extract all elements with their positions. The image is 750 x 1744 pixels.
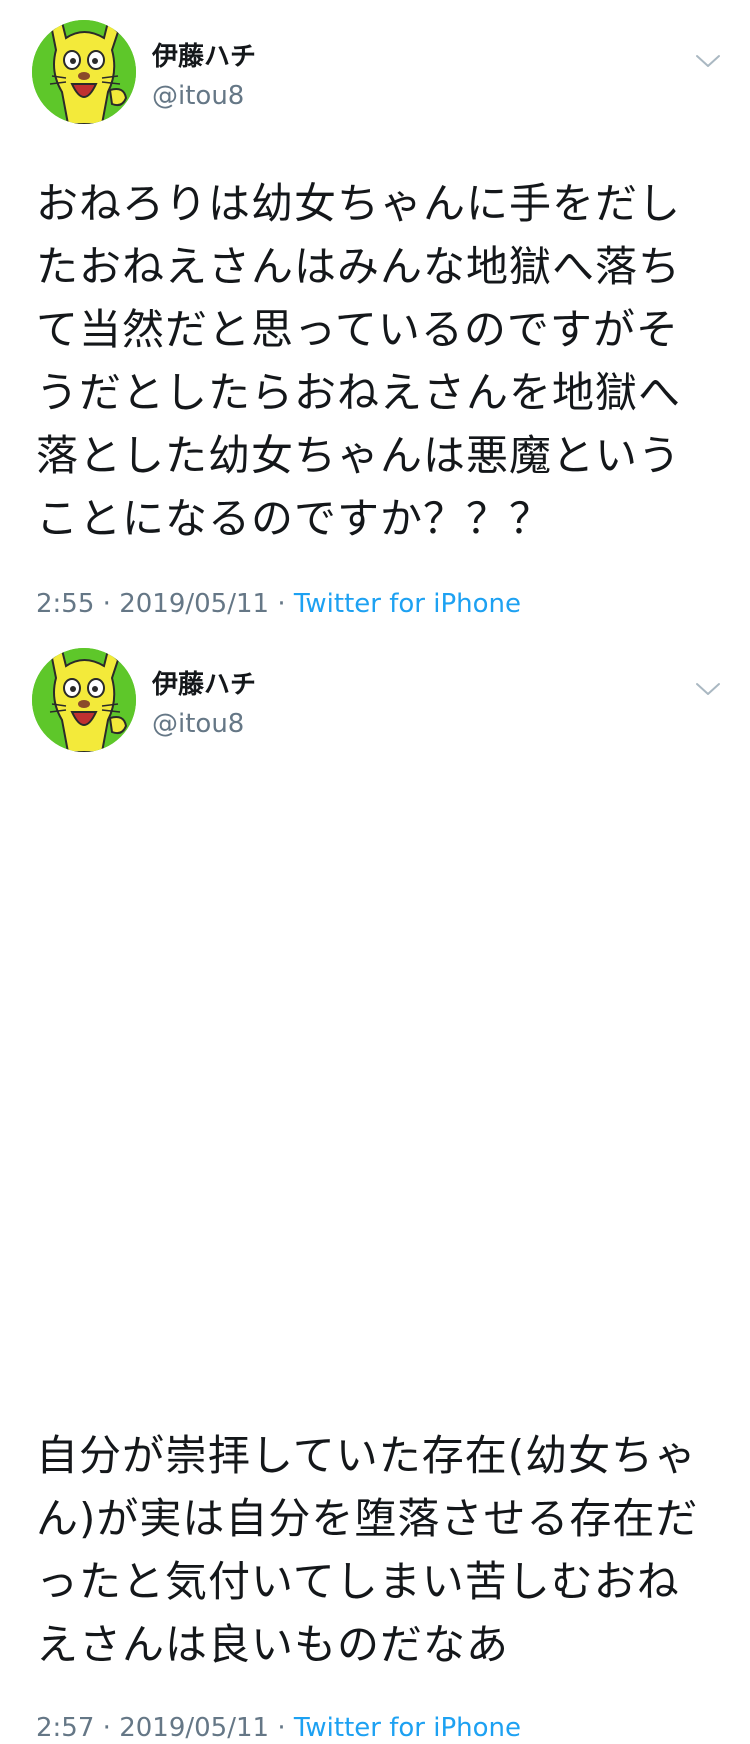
tweet-time[interactable]: 2:55	[36, 589, 94, 619]
yellow-character-avatar-icon	[32, 648, 136, 752]
avatar[interactable]	[32, 20, 136, 124]
chevron-down-icon[interactable]	[694, 50, 722, 72]
yellow-character-avatar-icon	[32, 20, 136, 124]
avatar[interactable]	[32, 648, 136, 752]
chevron-down-icon[interactable]	[694, 678, 722, 700]
meta-separator: ·	[277, 1713, 286, 1743]
tweet-text: おねろりは幼女ちゃんに手をだしたおねえさんはみんな地獄へ落ちて当然だと思っている…	[36, 179, 682, 543]
user-handle[interactable]: @itou8	[152, 80, 244, 112]
tweet-meta: 2:55 · 2019/05/11 · Twitter for iPhone	[36, 588, 521, 620]
user-handle[interactable]: @itou8	[152, 708, 244, 740]
display-name[interactable]: 伊藤ハチ	[152, 40, 256, 74]
meta-separator: ·	[102, 589, 111, 619]
tweet-text: 自分が崇拝していた存在(幼女ちゃん)が実は自分を堕落させる存在だったと気付いてし…	[36, 1431, 699, 1669]
meta-separator: ·	[102, 1713, 111, 1743]
client-link[interactable]: Twitter for iPhone	[294, 1713, 521, 1743]
tweet-time[interactable]: 2:57	[36, 1713, 94, 1743]
tweet-meta: 2:57 · 2019/05/11 · Twitter for iPhone	[36, 1712, 521, 1744]
client-link[interactable]: Twitter for iPhone	[294, 589, 521, 619]
display-name[interactable]: 伊藤ハチ	[152, 668, 256, 702]
tweet-date[interactable]: 2019/05/11	[119, 589, 269, 619]
tweet-date[interactable]: 2019/05/11	[119, 1713, 269, 1743]
meta-separator: ·	[277, 589, 286, 619]
